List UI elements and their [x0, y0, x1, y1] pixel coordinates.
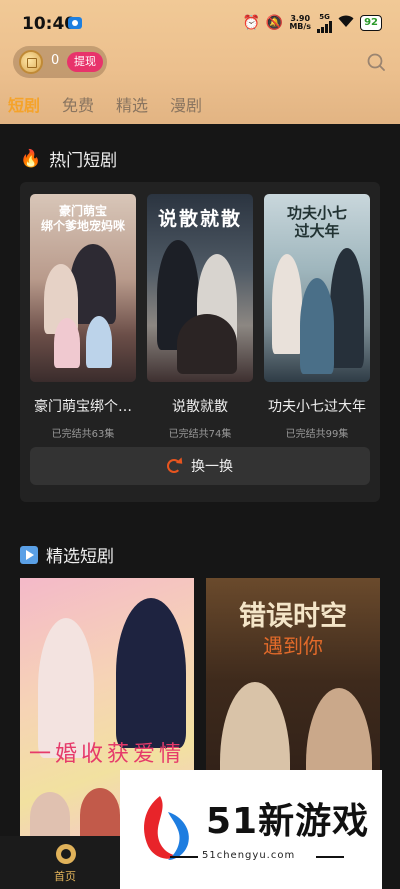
- drama-item[interactable]: 说散就散 说散就散 已完结共74集: [147, 194, 253, 440]
- watermark-divider: [316, 856, 344, 858]
- poster-figure: [54, 318, 80, 368]
- signal-bars-icon: [317, 21, 333, 33]
- watermark-divider: [170, 856, 198, 858]
- app-notification-icon: [68, 17, 82, 29]
- watermark: 51新游戏 51chengyu.com: [120, 770, 382, 889]
- battery-icon: 92: [360, 15, 382, 31]
- drama-title: 豪门萌宝绑个…: [34, 399, 132, 415]
- fire-icon: 🔥: [20, 148, 42, 169]
- network-type: 5G: [319, 13, 330, 21]
- drama-episodes: 已完结共74集: [168, 429, 232, 440]
- drama-episodes: 已完结共63集: [51, 429, 115, 440]
- hot-drama-card: 豪门萌宝 绑个爹地宠妈咪 豪门萌宝绑个… 已完结共63集 说散就散 说散就散 已…: [20, 182, 380, 502]
- drama-poster[interactable]: 功夫小七 过大年: [264, 194, 370, 382]
- poster-figure: [30, 792, 70, 838]
- hot-section-title: 热门短剧: [49, 151, 118, 171]
- tab-short-drama[interactable]: 短剧: [8, 92, 40, 116]
- category-tabs: 短剧 免费 精选 漫剧: [8, 92, 202, 116]
- poster-figure: [272, 254, 302, 354]
- net-speed-unit: MB/s: [289, 22, 312, 31]
- poster-title-text: 说散就散: [157, 208, 242, 230]
- watermark-url: 51chengyu.com: [202, 850, 296, 861]
- drama-title: 功夫小七过大年: [268, 399, 366, 415]
- tab-free[interactable]: 免费: [62, 92, 94, 116]
- refresh-icon: [167, 459, 181, 473]
- drama-poster[interactable]: 说散就散: [147, 194, 253, 382]
- hot-section-header: 🔥 热门短剧: [20, 146, 118, 172]
- refresh-button[interactable]: 换一换: [30, 447, 370, 485]
- play-icon: [20, 545, 38, 564]
- coin-count: 0: [51, 53, 60, 68]
- search-icon[interactable]: [366, 52, 386, 72]
- brand-logo-icon: [144, 796, 189, 860]
- status-bar: 10:40 ⏰ 🔕 3.90 MB/s 5G 92: [0, 0, 400, 46]
- coin-wallet[interactable]: 0 提现: [13, 46, 107, 78]
- drama-title: 说散就散: [172, 399, 228, 415]
- tab-selected[interactable]: 精选: [116, 92, 148, 116]
- drama-item[interactable]: 豪门萌宝 绑个爹地宠妈咪 豪门萌宝绑个… 已完结共63集: [30, 194, 136, 440]
- refresh-label: 换一换: [191, 459, 233, 475]
- tab-comic-drama[interactable]: 漫剧: [170, 92, 202, 116]
- poster-title-text: 错误时空: [239, 601, 347, 632]
- drama-episodes: 已完结共99集: [285, 429, 349, 440]
- poster-subtitle-text: 遇到你: [263, 634, 323, 658]
- poster-figure: [177, 314, 237, 374]
- withdraw-button[interactable]: 提现: [67, 52, 103, 72]
- poster-title-text: 功夫小七 过大年: [286, 204, 347, 240]
- poster-title-text: 一婚收获爱情: [28, 742, 185, 767]
- home-icon[interactable]: [56, 844, 76, 864]
- featured-section-header: 精选短剧: [20, 542, 114, 567]
- battery-level: 92: [364, 17, 378, 28]
- poster-title-text: 豪门萌宝 绑个爹地宠妈咪: [40, 204, 125, 233]
- drama-poster[interactable]: 豪门萌宝 绑个爹地宠妈咪: [30, 194, 136, 382]
- alarm-icon: ⏰: [242, 15, 260, 31]
- poster-figure: [80, 788, 120, 838]
- net-speed: 3.90 MB/s: [289, 15, 311, 31]
- drama-item[interactable]: 功夫小七 过大年 功夫小七过大年 已完结共99集: [264, 194, 370, 440]
- wifi-icon: [338, 15, 354, 32]
- featured-section-title: 精选短剧: [46, 547, 114, 567]
- cell-signal: 5G: [317, 13, 333, 33]
- nav-home-label[interactable]: 首页: [54, 868, 76, 884]
- poster-figure: [300, 278, 334, 374]
- poster-figure: [330, 248, 364, 368]
- mute-icon: 🔕: [265, 15, 284, 31]
- poster-figure: [86, 316, 112, 368]
- coin-icon: [19, 50, 43, 74]
- poster-figure: [116, 598, 186, 748]
- watermark-brand: 51新游戏: [206, 801, 370, 842]
